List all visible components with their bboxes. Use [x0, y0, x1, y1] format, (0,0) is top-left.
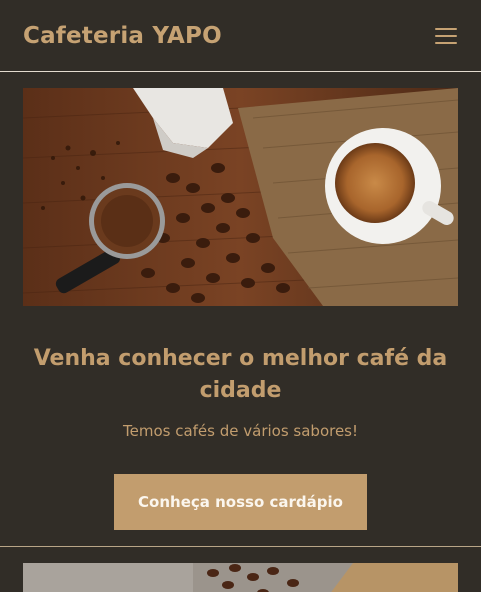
hero-headline: Venha conhecer o melhor café da cidade: [33, 346, 448, 403]
site-header: Cafeteria YAPO: [0, 0, 481, 72]
view-menu-button[interactable]: Conheça nosso cardápio: [114, 474, 367, 530]
hero-subtitle: Temos cafés de vários sabores!: [122, 422, 359, 440]
second-section-image: [23, 563, 458, 592]
coffee-photo-illustration: [23, 88, 458, 306]
menu-line: [435, 34, 457, 37]
hero-image: [23, 88, 458, 306]
coffee-burlap-illustration: [23, 563, 458, 592]
brand-logo[interactable]: Cafeteria YAPO: [23, 23, 222, 49]
section-divider: [0, 546, 481, 547]
menu-line: [435, 41, 457, 44]
hamburger-menu-icon[interactable]: [435, 27, 457, 44]
menu-line: [435, 27, 457, 30]
